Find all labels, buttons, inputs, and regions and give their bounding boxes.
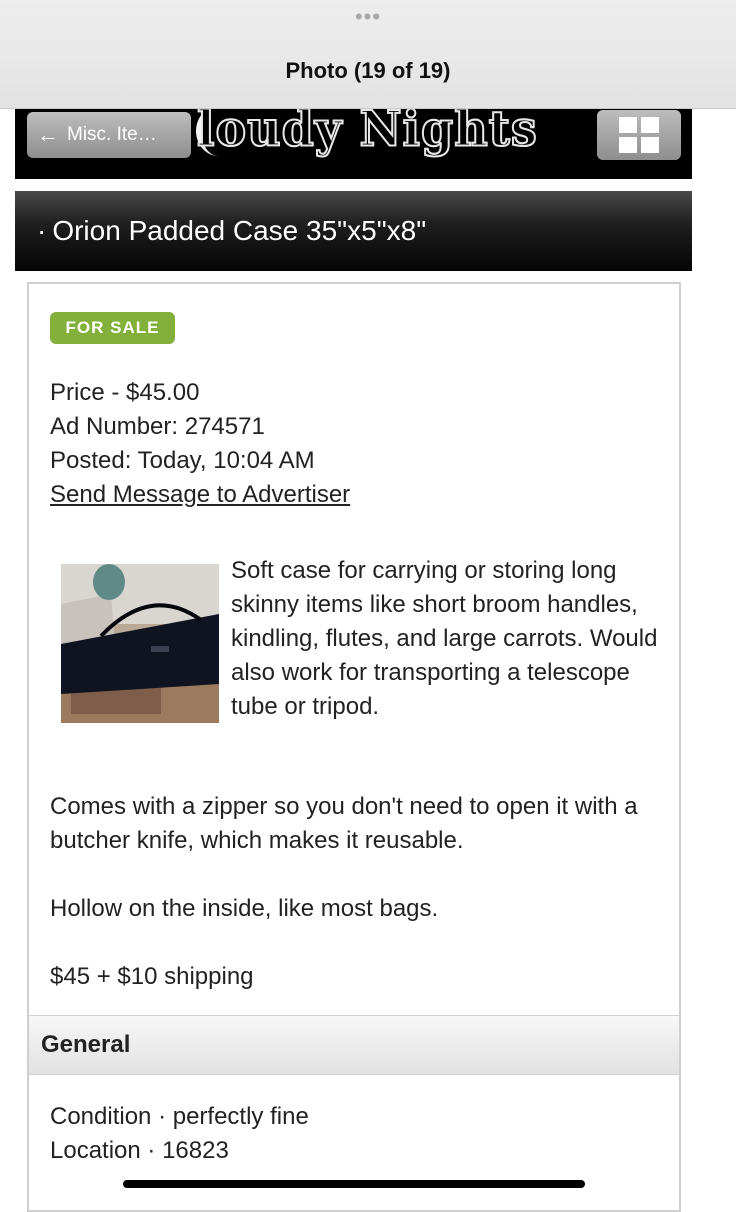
back-button[interactable]: ← Misc. Ite… (27, 112, 191, 158)
location-text: Location · 16823 (50, 1137, 229, 1164)
price-text: Price - $45.00 (50, 379, 200, 406)
listing-description: Soft case for carrying or storing long s… (231, 557, 658, 720)
listing-meta: Price - $45.00 Ad Number: 274571 Posted:… (50, 376, 350, 512)
grid-icon (619, 117, 659, 153)
grid-menu-button[interactable] (597, 110, 681, 160)
photo-viewer-bar: ••• Photo (19 of 19) (0, 0, 736, 109)
listing-title-bar: · Orion Padded Case 35"x5"x8" (15, 191, 692, 271)
ad-card: FOR SALE Price - $45.00 Ad Number: 27457… (27, 282, 681, 1212)
posted-text: Posted: Today, 10:04 AM (50, 447, 315, 474)
site-logo: loudy Nights (196, 99, 538, 158)
for-sale-badge: FOR SALE (50, 312, 175, 344)
general-details: Condition · perfectly fine Location · 16… (50, 1100, 309, 1168)
listing-photo-thumbnail[interactable] (61, 564, 219, 723)
home-indicator[interactable] (123, 1180, 585, 1188)
ad-number-text: Ad Number: 274571 (50, 413, 265, 440)
send-message-link[interactable]: Send Message to Advertiser (50, 481, 350, 508)
bullet-icon: · (37, 215, 47, 246)
photo-viewer-title: Photo (19 of 19) (285, 58, 451, 83)
shipping-paragraph: $45 + $10 shipping (50, 963, 254, 990)
general-section-header: General (29, 1015, 679, 1075)
zipper-paragraph: Comes with a zipper so you don't need to… (50, 793, 638, 854)
back-arrow-icon: ← (37, 122, 59, 147)
condition-text: Condition · perfectly fine (50, 1103, 309, 1130)
listing-title: Orion Padded Case 35"x5"x8" (52, 215, 427, 246)
ellipsis-icon[interactable]: ••• (0, 4, 736, 30)
bag-photo-image (61, 564, 219, 723)
hollow-paragraph: Hollow on the inside, like most bags. (50, 895, 439, 922)
back-button-label: Misc. Ite… (67, 124, 157, 145)
